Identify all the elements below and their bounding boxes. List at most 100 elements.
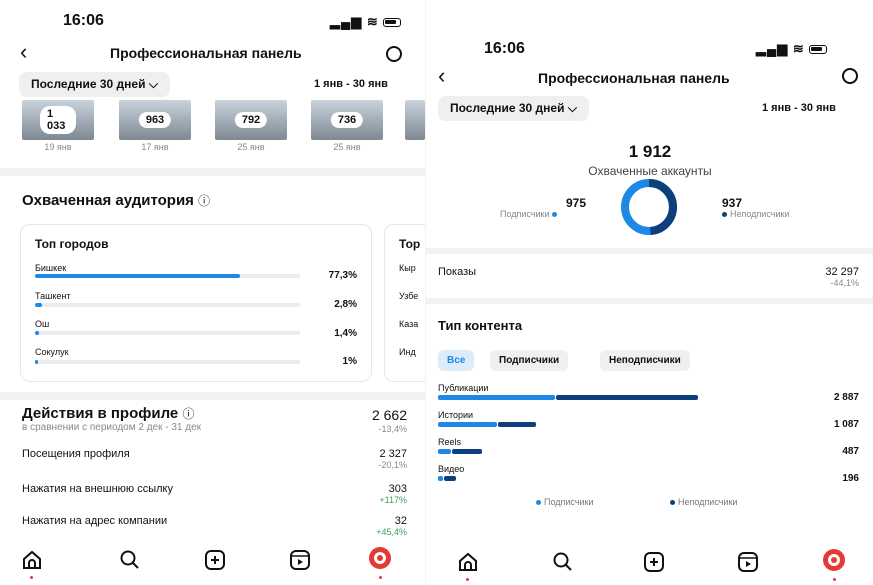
thumbnail-count: 792 xyxy=(234,112,268,128)
content-type-value: 2 887 xyxy=(833,392,859,403)
post-thumbnail[interactable]: 792 xyxy=(215,100,287,140)
home-icon[interactable] xyxy=(20,548,44,572)
back-button[interactable]: ‹ xyxy=(438,65,445,87)
filter-chip-followers[interactable]: Подписчики xyxy=(490,350,569,371)
create-icon[interactable] xyxy=(642,550,666,574)
search-icon[interactable] xyxy=(551,550,575,574)
action-row-value: 303 xyxy=(388,483,407,495)
notification-dot xyxy=(466,578,469,581)
section-divider xyxy=(426,248,873,254)
info-icon[interactable]: ⓘ xyxy=(182,407,194,421)
action-row-label[interactable]: Нажатия на внешнюю ссылку xyxy=(22,483,173,495)
top-cities-title: Топ городов xyxy=(35,237,109,251)
legend-non-followers: Неподписчики xyxy=(670,497,737,507)
city-percent: 1% xyxy=(342,356,357,367)
followers-value: 975 xyxy=(566,196,587,210)
search-icon[interactable] xyxy=(118,548,142,572)
content-type-label: Истории xyxy=(438,410,474,420)
actions-subtitle: в сравнении с периодом 2 дек - 31 дек xyxy=(22,422,202,433)
notification-dot xyxy=(30,576,33,579)
period-label: Последние 30 дней xyxy=(450,101,565,115)
thumbnail-count: 963 xyxy=(138,112,172,128)
section-divider xyxy=(0,168,425,176)
bar-segment-followers xyxy=(438,395,555,400)
gear-icon[interactable] xyxy=(842,68,858,84)
country-name: Узбе xyxy=(399,291,419,301)
city-bar-track xyxy=(35,274,300,278)
battery-icon xyxy=(383,18,402,28)
country-name: Каза xyxy=(399,319,419,329)
action-row-label[interactable]: Посещения профиля xyxy=(22,448,130,460)
donut-non-followers-arc xyxy=(648,179,677,235)
bar-segment-followers xyxy=(438,476,444,481)
reels-icon[interactable] xyxy=(736,550,760,574)
post-thumbnail[interactable]: 1 033 xyxy=(22,100,94,140)
non-followers-dot xyxy=(722,212,727,218)
filter-chip-non-followers[interactable]: Неподписчики xyxy=(600,350,690,371)
city-name: Бишкек xyxy=(35,263,67,273)
post-thumbnail[interactable] xyxy=(405,100,425,140)
back-button[interactable]: ‹ xyxy=(20,41,27,63)
impressions-change: -44,1% xyxy=(830,278,859,288)
top-countries-title: Тор xyxy=(399,237,421,251)
city-bar-track xyxy=(35,331,300,335)
page-title: Профессиональная панель xyxy=(538,70,730,86)
city-percent: 1,4% xyxy=(334,328,357,339)
post-thumbnail[interactable]: 736 xyxy=(311,100,383,140)
thumbnail-count: 1 033 xyxy=(40,106,76,134)
content-type-bar xyxy=(438,476,456,481)
content-type-label: Видео xyxy=(438,464,465,474)
battery-icon xyxy=(809,45,828,55)
thumbnail-date: 17 янв xyxy=(141,142,169,152)
reach-label: Охваченные аккаунты xyxy=(588,164,712,178)
followers-legend: Подписчики xyxy=(500,209,560,219)
left-screen: 16:06 ▂▄▆ ≋ ‹ Профессиональная панель По… xyxy=(0,0,425,585)
city-bar-fill xyxy=(35,274,240,278)
city-name: Ташкент xyxy=(35,291,71,301)
content-type-value: 196 xyxy=(842,473,859,484)
bar-segment-followers xyxy=(438,449,452,454)
period-dropdown[interactable]: Последние 30 дней ⌵ xyxy=(438,96,589,121)
section-divider xyxy=(0,392,425,400)
period-dropdown[interactable]: Последние 30 дней ⌵ xyxy=(19,72,170,97)
city-bar-fill xyxy=(35,360,38,364)
gear-icon[interactable] xyxy=(386,46,402,62)
city-percent: 2,8% xyxy=(334,299,357,310)
section-divider xyxy=(426,298,873,304)
action-row-value: 2 327 xyxy=(379,448,407,460)
city-bar-track xyxy=(35,303,300,307)
status-time: 16:06 xyxy=(484,40,525,57)
reels-icon[interactable] xyxy=(288,548,312,572)
content-type-value: 487 xyxy=(842,446,859,457)
action-row-label[interactable]: Нажатия на адрес компании xyxy=(22,515,167,527)
legend-dot xyxy=(536,500,541,506)
audience-title: Охваченная аудитория ⓘ xyxy=(22,192,211,209)
chevron-down-icon: ⌵ xyxy=(567,101,577,115)
bar-segment-followers xyxy=(438,422,497,427)
content-type-title: Тип контента xyxy=(438,318,523,333)
non-followers-value: 937 xyxy=(722,196,743,210)
avatar[interactable] xyxy=(822,548,846,572)
content-type-bar xyxy=(438,449,482,454)
avatar[interactable] xyxy=(368,546,392,570)
post-thumbnail[interactable]: 963 xyxy=(119,100,191,140)
action-row-value: 32 xyxy=(394,515,407,527)
impressions-label: Показы xyxy=(438,266,477,278)
create-icon[interactable] xyxy=(203,548,227,572)
page-title: Профессиональная панель xyxy=(110,45,302,61)
notification-dot xyxy=(833,578,836,581)
home-icon[interactable] xyxy=(456,550,480,574)
date-range: 1 янв - 30 янв xyxy=(314,78,388,90)
content-type-bar xyxy=(438,395,698,400)
date-range: 1 янв - 30 янв xyxy=(762,102,836,114)
country-name: Кыр xyxy=(399,263,416,273)
bar-segment-non-followers xyxy=(556,395,698,400)
info-icon[interactable]: ⓘ xyxy=(198,194,210,208)
thumbnail-date: 25 янв xyxy=(237,142,265,152)
reach-total: 1 912 xyxy=(628,142,672,161)
city-name: Ош xyxy=(35,319,50,329)
status-icons: ▂▄▆ ≋ xyxy=(330,14,402,30)
legend-dot xyxy=(670,500,675,506)
filter-chip-all[interactable]: Все xyxy=(438,350,475,371)
period-label: Последние 30 дней xyxy=(31,77,146,91)
